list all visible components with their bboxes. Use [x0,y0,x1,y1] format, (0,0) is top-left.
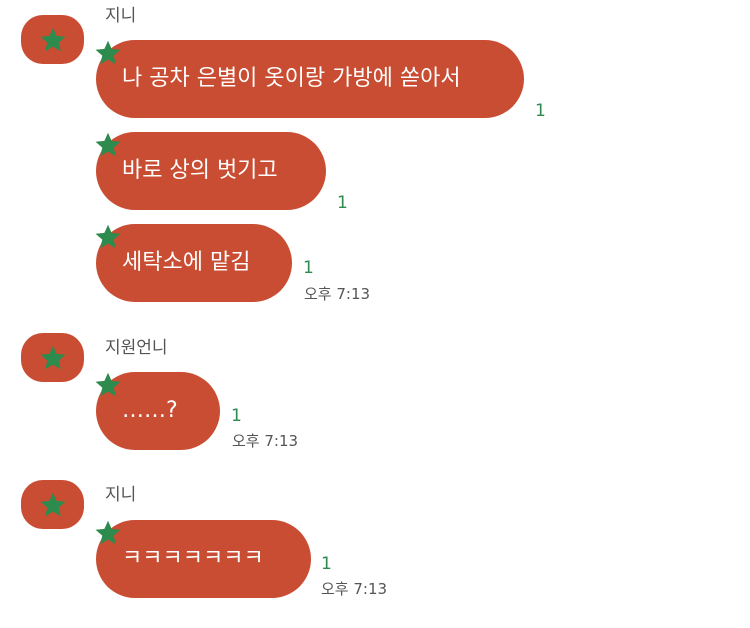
star-icon [95,132,121,157]
unread-count: 1 [321,554,332,574]
sender-avatar[interactable] [21,15,84,64]
star-icon [40,345,65,369]
message-text: ㅋㅋㅋㅋㅋㅋㅋ [122,546,264,571]
unread-count: 1 [337,193,348,213]
sender-avatar[interactable] [21,333,84,382]
star-icon [95,372,121,397]
message-bubble[interactable]: 나 공차 은별이 옷이랑 가방에 쏟아서 [95,40,524,118]
star-icon [95,224,121,249]
star-icon [95,520,121,545]
message-time: 오후 7:13 [232,432,299,450]
message-text: 나 공차 은별이 옷이랑 가방에 쏟아서 [122,66,461,91]
message-bubble[interactable]: ……? [95,372,220,450]
message-time: 오후 7:13 [304,285,371,303]
message-text: 바로 상의 벗기고 [122,158,278,183]
star-icon [40,492,65,516]
unread-count: 1 [303,258,314,278]
unread-count: 1 [535,101,546,121]
sender-name: 지니 [105,6,137,26]
unread-count: 1 [231,406,242,426]
sender-avatar[interactable] [21,480,84,529]
message-bubble[interactable]: 세탁소에 맡김 [95,224,292,302]
sender-name: 지니 [105,485,137,505]
sender-name: 지원언니 [105,338,168,358]
message-bubble[interactable]: ㅋㅋㅋㅋㅋㅋㅋ [95,520,311,598]
message-text: ……? [122,398,178,423]
message-text: 세탁소에 맡김 [122,250,251,275]
message-time: 오후 7:13 [321,580,388,598]
star-icon [95,40,121,65]
message-bubble[interactable]: 바로 상의 벗기고 [95,132,326,210]
star-icon [40,27,65,51]
